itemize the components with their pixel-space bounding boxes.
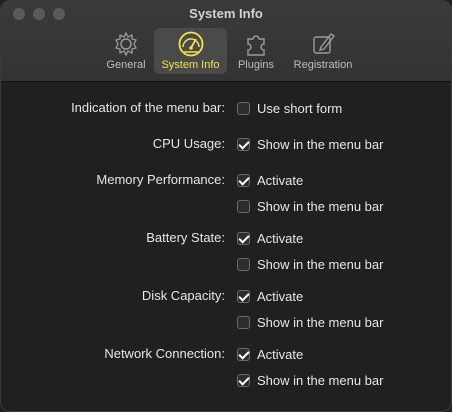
checkbox-label: Activate: [257, 173, 304, 188]
tab-general[interactable]: General: [101, 28, 151, 74]
checkbox-box: [237, 258, 250, 271]
checkbox-label: Show in the menu bar: [257, 373, 384, 388]
cpu-usage-label: CPU Usage:: [152, 136, 225, 151]
settings-panel: Indication of the menu bar: Use short fo…: [1, 82, 451, 411]
gear-icon: [115, 31, 137, 57]
checkbox-box: [237, 316, 250, 329]
checkbox-label: Show in the menu bar: [257, 315, 384, 330]
checkbox-box: [237, 138, 250, 151]
checkbox-box: [237, 200, 250, 213]
disk-capacity-label: Disk Capacity:: [141, 288, 225, 303]
checkbox-box: [237, 102, 250, 115]
checkbox-box: [237, 174, 250, 187]
tab-system-info[interactable]: System Info: [154, 28, 227, 74]
preferences-window: System Info General System Info Plugins: [0, 0, 452, 412]
checkbox-label: Use short form: [257, 101, 343, 116]
checkbox-box: [237, 232, 250, 245]
checkbox-label: Activate: [257, 289, 304, 304]
menu-bar-indication-label: Indication of the menu bar:: [71, 100, 225, 115]
tab-label: Plugins: [237, 59, 275, 71]
puzzle-icon: [247, 35, 265, 56]
checkbox-box: [237, 374, 250, 387]
checkbox-label: Activate: [257, 231, 304, 246]
memory-performance-label: Memory Performance:: [96, 172, 225, 187]
checkbox-box: [237, 348, 250, 361]
checkbox-label: Show in the menu bar: [257, 199, 384, 214]
tab-registration[interactable]: Registration: [287, 28, 359, 74]
checkbox-box: [237, 290, 250, 303]
speedometer-icon: [178, 31, 203, 57]
battery-state-label: Battery State:: [146, 230, 225, 245]
toolbar: System Info General System Info Plugins: [1, 1, 451, 82]
window-title: System Info: [189, 6, 263, 21]
checkbox-label: Show in the menu bar: [257, 257, 384, 272]
pen-icon: [313, 33, 336, 54]
tab-label: System Info: [161, 59, 220, 71]
tab-plugins[interactable]: Plugins: [232, 28, 280, 74]
checkbox-label: Activate: [257, 347, 304, 362]
tab-label: Registration: [293, 59, 353, 71]
checkbox-label: Show in the menu bar: [257, 137, 384, 152]
network-connection-label: Network Connection:: [104, 346, 225, 361]
tab-label: General: [106, 59, 146, 71]
